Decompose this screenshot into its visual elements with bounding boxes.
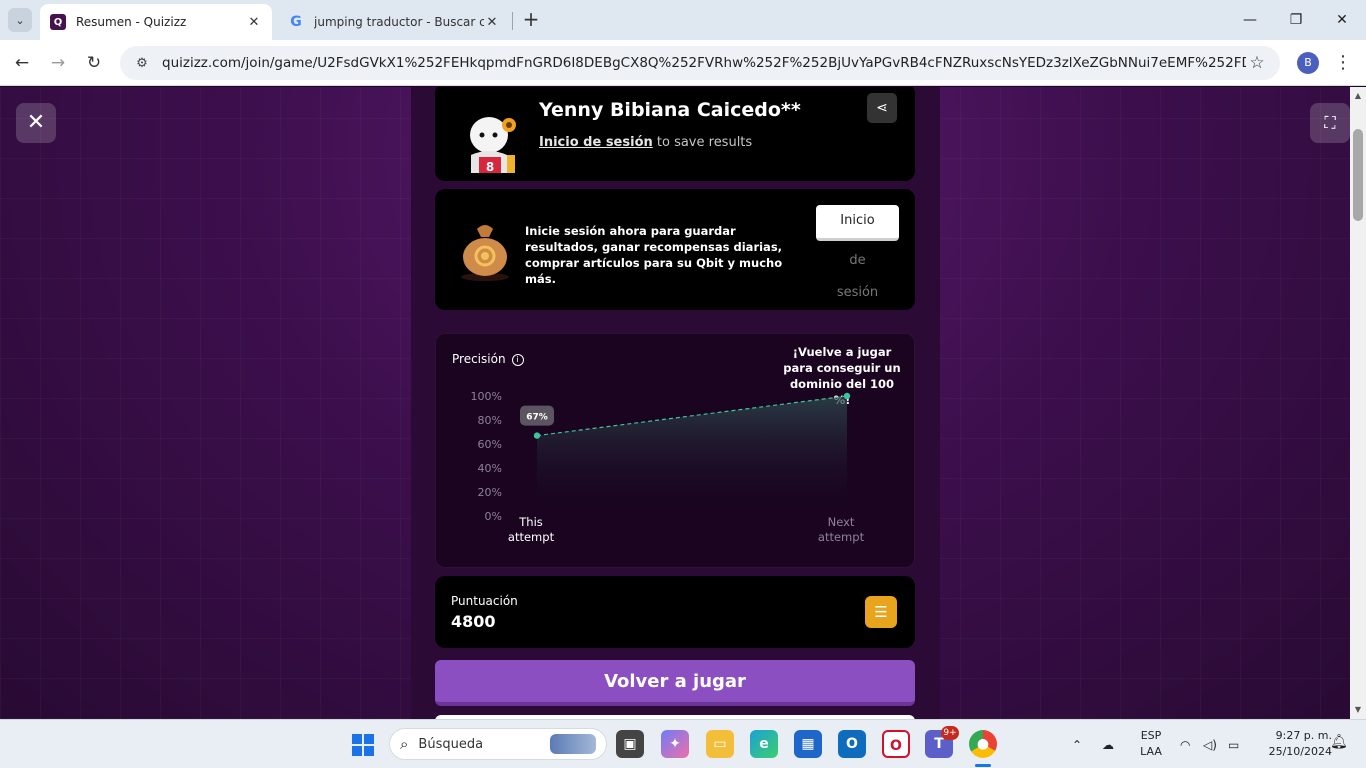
keyboard-layout: LAA — [1140, 745, 1162, 758]
forward-button[interactable]: → — [45, 50, 71, 76]
player-avatar: 8 — [470, 117, 516, 173]
score-value: 4800 — [451, 612, 496, 631]
precision-chart: 100%80%60%40%20%0%67%ThisattemptNextatte… — [471, 390, 865, 544]
teams-notification-badge: 9+ — [941, 726, 959, 740]
coins-icon: ☰ — [874, 603, 888, 621]
scroll-thumb[interactable] — [1353, 129, 1363, 221]
browser-toolbar: ← → ↻ ⚙ quizizz.com/join/game/U2FsdGVkX1… — [0, 40, 1366, 86]
edge-icon[interactable]: e — [750, 730, 778, 758]
bookmark-star-icon[interactable]: ☆ — [1246, 53, 1268, 73]
tab-google-search[interactable]: G jumping traductor - Buscar con Google … — [278, 4, 510, 40]
search-highlight-image — [550, 734, 596, 754]
results-column: 8 Yenny Bibiana Caicedo** Inicio de sesi… — [411, 87, 940, 719]
tab-search-button[interactable]: ⌄ — [8, 8, 32, 32]
y-tick-label: 0% — [485, 510, 502, 523]
url-text: quizizz.com/join/game/U2FsdGVkX1%252FEHk… — [162, 55, 1246, 71]
window-close-button[interactable]: ✕ — [1322, 6, 1362, 34]
y-tick-label: 40% — [478, 462, 502, 475]
close-game-button[interactable]: ✕ — [16, 103, 56, 143]
fullscreen-button[interactable]: ⛶ — [1310, 103, 1350, 143]
restore-button[interactable]: ❐ — [1276, 6, 1316, 34]
quizizz-favicon-icon: Q — [50, 14, 66, 30]
precision-area — [537, 396, 847, 516]
battery-icon[interactable]: ▭ — [1228, 720, 1239, 768]
language-indicator[interactable]: ESP LAA — [1136, 728, 1166, 760]
task-view-icon[interactable]: ▣ — [616, 730, 644, 758]
reload-button[interactable]: ↻ — [81, 50, 107, 76]
new-tab-button[interactable]: + — [520, 8, 542, 30]
x-category-label: This — [518, 515, 543, 529]
score-label: Puntuación — [451, 594, 518, 608]
overflow-line-1: de — [849, 253, 866, 268]
chrome-icon[interactable]: ● — [969, 730, 997, 758]
browser-tab-bar: ⌄ Q Resumen - Quizizz ✕ G jumping traduc… — [0, 0, 1366, 40]
y-tick-label: 100% — [471, 390, 502, 403]
y-tick-label: 60% — [478, 438, 502, 451]
share-icon: ⋖ — [876, 100, 888, 116]
onedrive-icon[interactable]: ☁ — [1102, 720, 1114, 768]
site-info-icon[interactable]: ⚙ — [132, 53, 152, 73]
login-promo-card: Inicie sesión ahora para guardar resulta… — [435, 189, 915, 310]
share-button[interactable]: ⋖ — [867, 93, 897, 123]
tab-quizizz[interactable]: Q Resumen - Quizizz ✕ — [40, 4, 272, 40]
data-point-2 — [843, 392, 851, 400]
login-button[interactable]: Inicio — [816, 205, 899, 241]
x-category-label: Next — [828, 515, 855, 529]
file-explorer-icon[interactable]: ▭ — [706, 730, 734, 758]
back-button[interactable]: ← — [9, 50, 35, 76]
x-category-label: attempt — [508, 530, 555, 544]
tab-close-icon[interactable]: ✕ — [484, 15, 500, 30]
microsoft-store-icon[interactable]: ▦ — [794, 730, 822, 758]
overflow-line-2: sesión — [836, 285, 879, 300]
clock-time: 9:27 p. m. — [1275, 729, 1332, 742]
score-card: Puntuación 4800 ☰ — [435, 576, 915, 648]
data-point-1 — [533, 432, 541, 439]
volume-icon[interactable]: ◁) — [1203, 720, 1217, 768]
browser-menu-icon[interactable]: ⋮ — [1334, 50, 1352, 76]
language-code: ESP — [1140, 729, 1162, 742]
notifications-bell-icon[interactable]: 🔔︎ — [1330, 734, 1348, 750]
reward-bag-icon — [461, 225, 509, 281]
login-button-overflow-text: de sesión — [816, 245, 899, 309]
system-clock[interactable]: 9:27 p. m. 25/10/2024 — [1256, 728, 1332, 760]
y-tick-label: 80% — [478, 414, 502, 427]
y-tick-label: 20% — [478, 486, 502, 499]
windows-taskbar: ⌕ Búsqueda ▣ ✦ ▭ e ▦ O O T 9+ ● ⌃ ☁ ESP … — [0, 719, 1366, 768]
scroll-down-arrow-icon[interactable]: ▼ — [1350, 703, 1366, 717]
page-scrollbar[interactable]: ▲ ▼ — [1350, 87, 1366, 719]
minimize-button[interactable]: — — [1230, 6, 1270, 34]
scroll-up-arrow-icon[interactable]: ▲ — [1350, 89, 1366, 103]
coins-button[interactable]: ☰ — [865, 596, 897, 628]
search-icon: ⌕ — [400, 735, 409, 753]
search-placeholder: Búsqueda — [418, 736, 484, 752]
copilot-icon[interactable]: ✦ — [661, 730, 689, 758]
page-viewport: ✕ ⛶ 8 Yenny Bibiana Caicedo** Inicio de … — [0, 87, 1366, 719]
wifi-icon[interactable]: ◠ — [1180, 720, 1190, 768]
address-bar[interactable]: ⚙ quizizz.com/join/game/U2FsdGVkX1%252FE… — [120, 46, 1280, 80]
profile-avatar-button[interactable]: B — [1297, 52, 1319, 74]
login-suffix: to save results — [652, 135, 753, 150]
player-card: 8 Yenny Bibiana Caicedo** Inicio de sesi… — [435, 87, 915, 181]
promo-message: Inicie sesión ahora para guardar resulta… — [525, 224, 783, 286]
tab-title: Resumen - Quizizz — [76, 15, 187, 29]
play-again-button[interactable]: Volver a jugar — [435, 660, 915, 706]
taskbar-search[interactable]: ⌕ Búsqueda — [389, 728, 607, 760]
tab-separator — [512, 12, 513, 30]
player-name: Yenny Bibiana Caicedo** — [539, 99, 801, 121]
outlook-icon[interactable]: O — [838, 730, 866, 758]
google-favicon-icon: G — [290, 14, 302, 30]
opera-icon[interactable]: O — [882, 730, 910, 758]
start-button[interactable] — [352, 734, 374, 756]
login-prompt: Inicio de sesión to save results — [539, 135, 752, 150]
show-hidden-icons-icon[interactable]: ⌃ — [1072, 720, 1082, 768]
chrome-active-indicator — [975, 764, 991, 767]
svg-text:8: 8 — [486, 160, 494, 173]
login-link[interactable]: Inicio de sesión — [539, 135, 653, 150]
data-label: 67% — [526, 413, 548, 423]
precision-chart-card: Precisión i ¡Vuelve a jugar para consegui… — [435, 333, 915, 568]
tab-close-icon[interactable]: ✕ — [246, 15, 262, 30]
tab-title: jumping traductor - Buscar con Google — [314, 15, 484, 29]
clock-date: 25/10/2024 — [1268, 745, 1332, 758]
x-category-label: attempt — [818, 530, 865, 544]
